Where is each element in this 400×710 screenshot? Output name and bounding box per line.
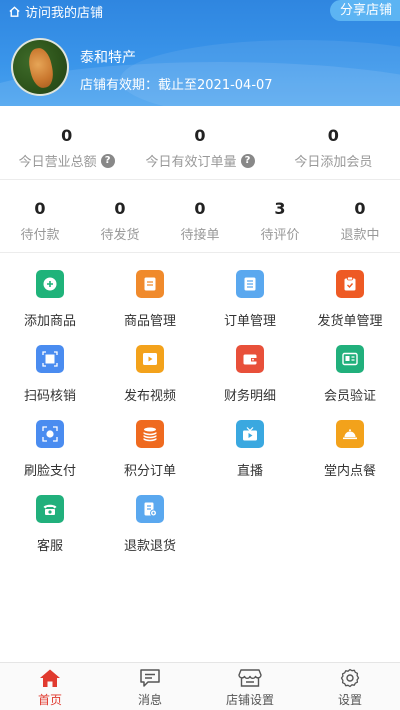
function-label: 直播 xyxy=(236,464,263,479)
stat-today-revenue[interactable]: 0 今日营业总额? xyxy=(0,126,133,170)
wallet-icon xyxy=(236,345,264,373)
status-refunding[interactable]: 0 退款中 xyxy=(320,199,400,243)
store-avatar[interactable] xyxy=(11,38,69,96)
phone-icon xyxy=(36,495,64,523)
function-label: 财务明细 xyxy=(223,389,276,404)
status-count: 0 xyxy=(194,199,206,218)
order-management-button[interactable]: 订单管理 xyxy=(200,270,300,345)
status-count: 3 xyxy=(274,199,286,218)
status-label: 待付款 xyxy=(20,228,60,243)
stat-today-orders[interactable]: 0 今日有效订单量? xyxy=(133,126,266,170)
finance-details-button[interactable]: 财务明细 xyxy=(200,345,300,420)
visit-store-link[interactable]: 访问我的店铺 xyxy=(8,2,104,21)
scan-icon xyxy=(36,345,64,373)
store-icon xyxy=(238,669,262,687)
stat-today-members[interactable]: 0 今日添加会员 xyxy=(267,126,400,170)
points-orders-button[interactable]: 积分订单 xyxy=(100,420,200,495)
bottom-tab-bar: 首页 消息 店铺设置 设置 xyxy=(0,662,400,710)
help-icon[interactable]: ? xyxy=(100,153,115,168)
face-scan-icon xyxy=(36,420,64,448)
tab-label: 店铺设置 xyxy=(225,693,274,707)
dine-in-order-button[interactable]: 堂内点餐 xyxy=(300,420,400,495)
status-pending-shipment[interactable]: 0 待发货 xyxy=(80,199,160,243)
video-icon xyxy=(136,345,164,373)
stat-value: 0 xyxy=(61,126,73,145)
section-divider xyxy=(0,252,400,253)
status-label: 待接单 xyxy=(180,228,220,243)
stat-label: 今日营业总额 xyxy=(18,155,97,170)
status-count: 0 xyxy=(114,199,126,218)
status-label: 待评价 xyxy=(260,228,300,243)
function-label: 刷脸支付 xyxy=(23,464,76,479)
home-outline-icon xyxy=(9,5,20,17)
section-divider xyxy=(0,179,400,180)
publish-video-button[interactable]: 发布视频 xyxy=(100,345,200,420)
tv-play-icon xyxy=(236,420,264,448)
coin-stack-icon xyxy=(136,420,164,448)
stat-value: 0 xyxy=(194,126,206,145)
tab-label: 设置 xyxy=(337,693,362,707)
function-label: 订单管理 xyxy=(223,314,276,329)
tab-settings[interactable]: 设置 xyxy=(300,663,400,710)
live-stream-button[interactable]: 直播 xyxy=(200,420,300,495)
status-label: 退款中 xyxy=(340,228,380,243)
home-icon xyxy=(40,669,60,687)
refund-icon xyxy=(136,495,164,523)
product-management-button[interactable]: 商品管理 xyxy=(100,270,200,345)
function-grid: 添加商品 商品管理 订单管理 发货单管理 扫码核销 发布视频 财务明细 会员验证… xyxy=(0,270,400,570)
avatar-image xyxy=(26,46,56,90)
stat-label: 今日添加会员 xyxy=(294,155,373,170)
shipment-management-button[interactable]: 发货单管理 xyxy=(300,270,400,345)
function-label: 发货单管理 xyxy=(317,314,383,329)
stat-label: 今日有效订单量 xyxy=(145,155,237,170)
clipboard-check-icon xyxy=(336,270,364,298)
list-icon xyxy=(236,270,264,298)
member-card-icon xyxy=(336,345,364,373)
tab-label: 消息 xyxy=(137,693,162,707)
function-label: 积分订单 xyxy=(123,464,176,479)
visit-store-label: 访问我的店铺 xyxy=(25,5,104,21)
document-icon xyxy=(136,270,164,298)
header-wave xyxy=(120,40,400,106)
shop-expiry-date: 店铺有效期：截止至2021-04-07 xyxy=(80,78,273,93)
order-status-row: 0 待付款 0 待发货 0 待接单 3 待评价 0 退款中 xyxy=(0,199,400,243)
refund-return-button[interactable]: 退款退货 xyxy=(100,495,200,570)
status-label: 待发货 xyxy=(100,228,140,243)
status-count: 0 xyxy=(34,199,46,218)
function-label: 会员验证 xyxy=(323,389,376,404)
function-label: 扫码核销 xyxy=(23,389,76,404)
member-verify-button[interactable]: 会员验证 xyxy=(300,345,400,420)
today-stats: 0 今日营业总额? 0 今日有效订单量? 0 今日添加会员 xyxy=(0,126,400,170)
shop-name: 泰和特产 xyxy=(80,50,136,66)
status-count: 0 xyxy=(354,199,366,218)
function-label: 商品管理 xyxy=(123,314,176,329)
function-label: 退款退货 xyxy=(123,539,176,554)
share-store-button[interactable]: 分享店铺 xyxy=(329,0,400,21)
tab-store-settings[interactable]: 店铺设置 xyxy=(200,663,300,710)
customer-service-button[interactable]: 客服 xyxy=(0,495,100,570)
tab-home[interactable]: 首页 xyxy=(0,663,100,710)
plus-circle-icon xyxy=(36,270,64,298)
stat-value: 0 xyxy=(327,126,339,145)
add-product-button[interactable]: 添加商品 xyxy=(0,270,100,345)
dining-cloche-icon xyxy=(336,420,364,448)
help-icon[interactable]: ? xyxy=(240,153,255,168)
function-label: 添加商品 xyxy=(23,314,76,329)
scan-verify-button[interactable]: 扫码核销 xyxy=(0,345,100,420)
tab-messages[interactable]: 消息 xyxy=(100,663,200,710)
gear-icon xyxy=(340,668,360,688)
function-label: 客服 xyxy=(36,539,63,554)
face-pay-button[interactable]: 刷脸支付 xyxy=(0,420,100,495)
store-header: 访问我的店铺 分享店铺 泰和特产 店铺有效期：截止至2021-04-07 xyxy=(0,0,400,106)
message-icon xyxy=(140,669,160,687)
status-pending-accept[interactable]: 0 待接单 xyxy=(160,199,240,243)
function-label: 发布视频 xyxy=(123,389,176,404)
status-pending-review[interactable]: 3 待评价 xyxy=(240,199,320,243)
status-pending-payment[interactable]: 0 待付款 xyxy=(0,199,80,243)
function-label: 堂内点餐 xyxy=(323,464,376,479)
tab-label: 首页 xyxy=(37,693,62,707)
